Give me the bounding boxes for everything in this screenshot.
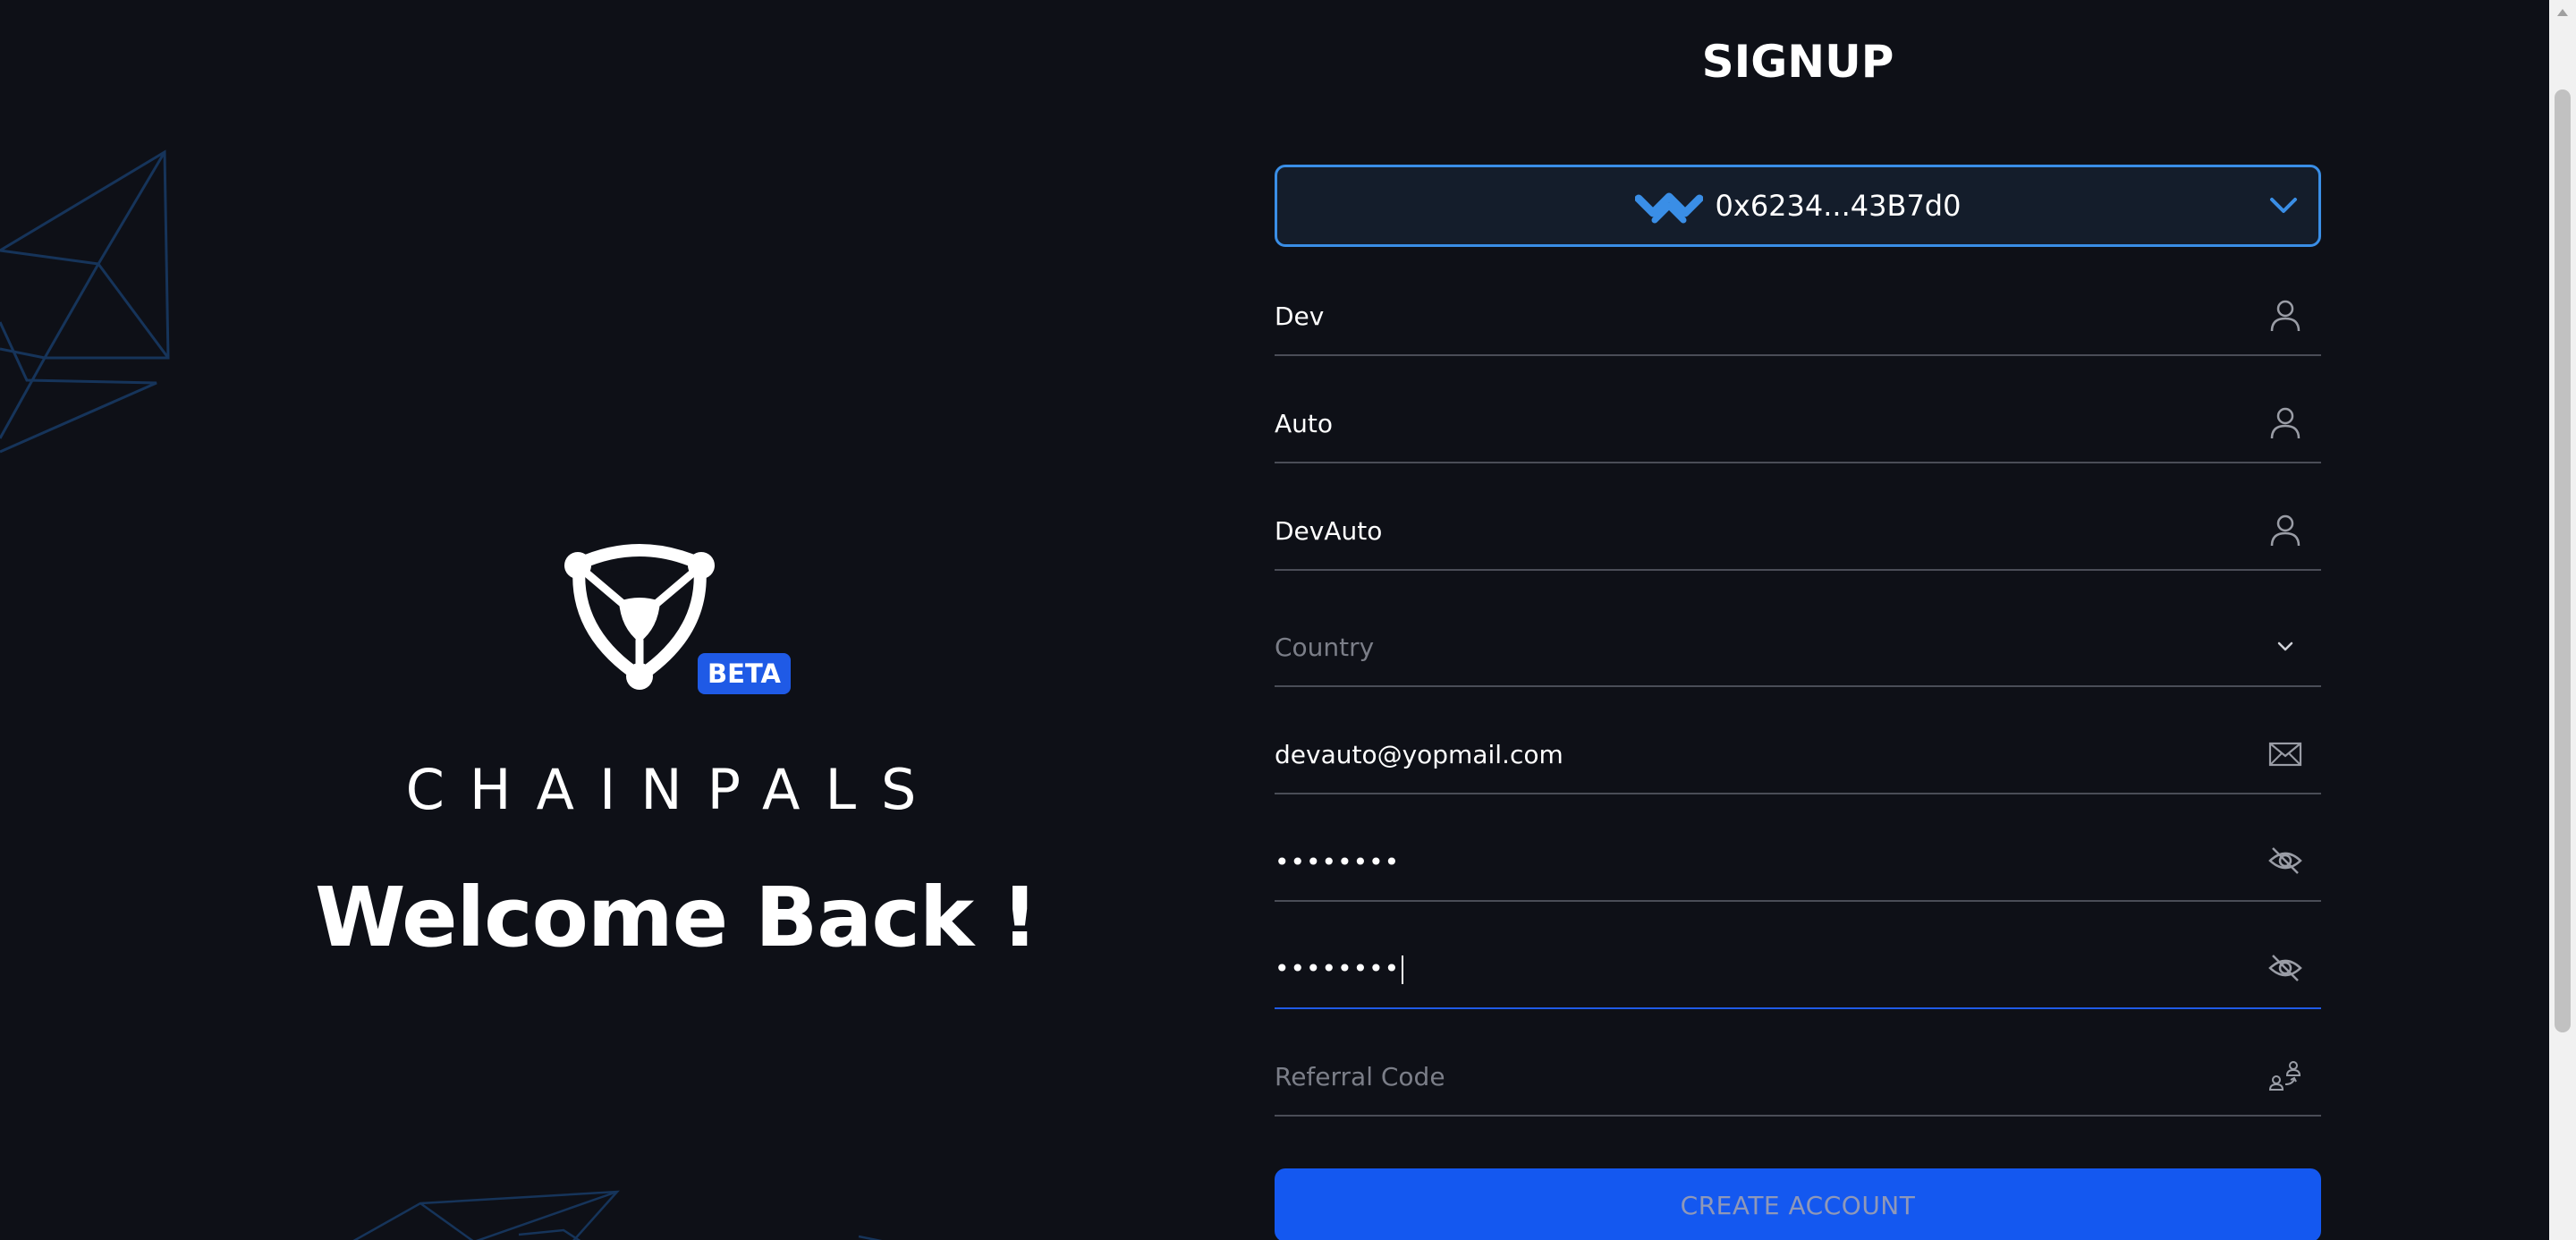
scrollbar-thumb[interactable] [2555,89,2571,1032]
welcome-heading: Welcome Back ! [314,870,1038,965]
chevron-down-icon [2270,198,2297,213]
email-value: devauto@yopmail.com [1275,740,1563,769]
eye-off-icon[interactable] [2267,843,2303,879]
country-select[interactable]: Country [1275,612,2321,687]
walletconnect-icon [1634,192,1703,224]
referral-code-field[interactable]: Referral Code [1275,1043,2321,1117]
username-value: DevAuto [1275,516,1383,546]
eye-off-icon[interactable] [2267,950,2303,986]
hero-panel: BETA CHAINPALS Welcome Back ! [0,0,1279,1240]
wallet-select[interactable]: 0x6234...43B7d0 [1275,165,2321,247]
beta-badge: BETA [698,653,791,694]
chevron-down-icon [2277,641,2293,651]
user-icon [2270,514,2301,547]
scroll-up-arrow-icon[interactable] [2557,9,2568,16]
confirm-password-value: •••••••• [1275,954,2169,984]
form-title: SIGNUP [1701,36,1894,88]
confirm-password-text: •••••••• [1275,954,1401,983]
referral-code-placeholder: Referral Code [1275,1062,1445,1091]
brand-name: CHAINPALS [405,757,942,822]
scrollbar[interactable] [2549,0,2576,1240]
create-account-button[interactable]: CREATE ACCOUNT [1275,1168,2321,1240]
email-field[interactable]: devauto@yopmail.com [1275,721,2321,794]
username-field[interactable]: DevAuto [1275,497,2321,571]
password-field[interactable]: •••••••• [1275,828,2321,902]
referral-icon [2268,1061,2301,1091]
wallet-select-content: 0x6234...43B7d0 [1634,186,1962,225]
confirm-password-field[interactable]: •••••••• [1275,936,2321,1009]
signup-page: BETA CHAINPALS Welcome Back ! SIGNUP 0x6… [0,0,2576,1240]
user-icon [2270,407,2301,439]
last-name-field[interactable]: Auto [1275,390,2321,463]
password-value: •••••••• [1275,847,1401,877]
country-placeholder: Country [1275,633,1375,662]
first-name-field[interactable]: Dev [1275,283,2321,356]
last-name-value: Auto [1275,409,1334,438]
user-icon [2270,300,2301,332]
wallet-address: 0x6234...43B7d0 [1715,189,1962,223]
mail-icon [2268,742,2302,767]
text-caret [1402,955,1404,984]
first-name-value: Dev [1275,302,1325,331]
chainpals-logo-icon [564,544,715,690]
signup-form: SIGNUP 0x6234...43B7d0 Dev Auto DevAuto … [1275,0,2321,1240]
